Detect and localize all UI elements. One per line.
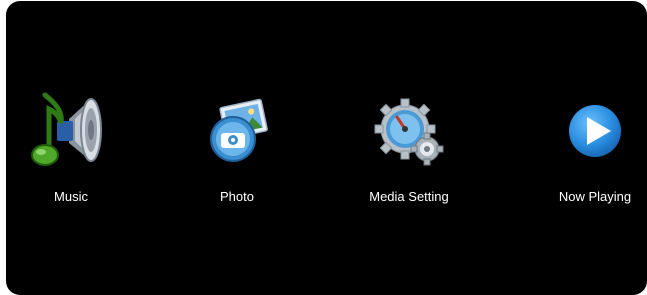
menu-item-label: Music xyxy=(54,189,88,204)
play-button-icon xyxy=(553,89,637,173)
music-speaker-icon xyxy=(29,89,113,173)
media-menu-screen: Music Photo Media Setting Now Playing xyxy=(6,1,647,295)
menu-item-music[interactable]: Music xyxy=(6,89,136,213)
menu-item-label: Photo xyxy=(220,189,254,204)
photo-camera-icon xyxy=(195,89,279,173)
media-setting-gear-icon xyxy=(367,89,451,173)
menu-item-label: Media Setting xyxy=(369,189,449,204)
menu-item-media-setting[interactable]: Media Setting xyxy=(344,89,474,213)
menu-item-photo[interactable]: Photo xyxy=(172,89,302,213)
menu-item-now-playing[interactable]: Now Playing xyxy=(530,89,647,213)
menu-item-label: Now Playing xyxy=(558,189,632,204)
